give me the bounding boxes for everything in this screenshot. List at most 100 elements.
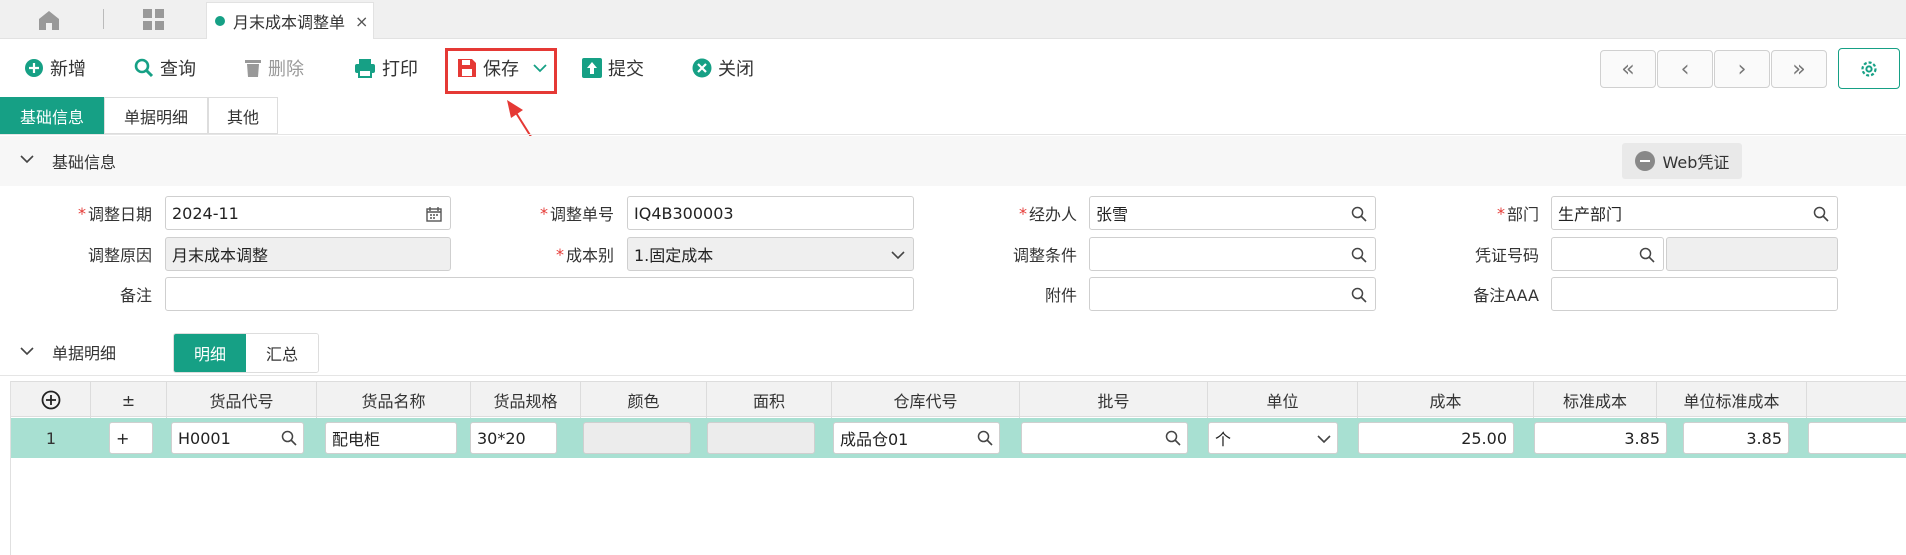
row-area-field: [707, 422, 815, 454]
row-cost-field[interactable]: 25.00: [1358, 422, 1514, 454]
row-warehouse-field[interactable]: 成品仓01: [833, 422, 1000, 454]
header-code: 货品代号: [167, 382, 317, 418]
search-icon: [134, 58, 154, 78]
remark-aaa-label: 备注AAA: [1473, 286, 1539, 305]
add-label: 新增: [50, 59, 86, 80]
adjust-date-label: * 调整日期: [77, 203, 152, 225]
web-voucher-label: Web凭证: [1662, 153, 1730, 172]
table-header: ± 货品代号 货品名称 货品规格 颜色 面积 仓库代号 批号 单位 成本 标准成…: [11, 381, 1906, 418]
tab-month-end-cost-adjust[interactable]: 月末成本调整单 ×: [206, 2, 374, 39]
table-row[interactable]: 1 + H0001 配电柜 30*20 成品仓01 个 25.00 3.85 3…: [11, 418, 1906, 458]
first-record-button[interactable]: «: [1600, 50, 1656, 88]
row-pm-field[interactable]: +: [109, 422, 153, 454]
department-field[interactable]: 生产部门: [1551, 196, 1838, 230]
row-index: 1: [45, 428, 57, 448]
adjust-no-label: * 调整单号: [539, 203, 614, 225]
close-circle-icon: [692, 58, 712, 78]
close-button[interactable]: 关闭: [692, 50, 754, 86]
top-tab-bar: 月末成本调整单 ×: [0, 0, 1906, 39]
tab-separator: [103, 9, 104, 29]
print-button[interactable]: 打印: [354, 50, 418, 86]
tab-other[interactable]: 其他: [208, 97, 278, 134]
header-warehouse: 仓库代号: [832, 382, 1020, 418]
gear-icon: [1861, 60, 1877, 77]
section-title: 单据明细: [52, 343, 117, 363]
header-area: 面积: [707, 382, 832, 418]
add-row-button[interactable]: [11, 382, 91, 418]
cost-type-select[interactable]: 1.固定成本: [627, 237, 914, 271]
search-icon[interactable]: [281, 430, 297, 446]
plus-circle-icon: [25, 59, 43, 77]
chevron-down-icon[interactable]: [533, 63, 547, 73]
chevron-down-icon[interactable]: [891, 250, 905, 260]
minus-circle-icon: [1634, 151, 1655, 171]
header-pm: ±: [91, 382, 167, 418]
submit-label: 提交: [608, 59, 644, 80]
remark-field[interactable]: [165, 277, 914, 311]
detail-tab-group: 明细 汇总: [173, 333, 319, 373]
save-button[interactable]: 保存: [457, 50, 553, 86]
row-spec-field[interactable]: 30*20: [470, 422, 557, 454]
search-icon[interactable]: [1351, 287, 1367, 303]
voucher-no-display: [1666, 237, 1838, 271]
active-dot-icon: [215, 16, 225, 26]
row-color-field: [583, 422, 691, 454]
chevron-down-icon[interactable]: [1317, 434, 1331, 444]
reason-field[interactable]: 月末成本调整: [165, 237, 451, 271]
remark-aaa-field[interactable]: [1551, 277, 1838, 311]
cost-type-label: * 成本别: [555, 244, 614, 266]
adjust-date-field[interactable]: 2024-11: [165, 196, 451, 230]
header-unit: 单位: [1208, 382, 1358, 418]
app-grid-icon[interactable]: [142, 8, 166, 32]
calendar-icon[interactable]: [426, 206, 442, 222]
delete-label: 删除: [268, 59, 304, 80]
close-tab-icon[interactable]: ×: [355, 12, 368, 31]
row-std-cost-field[interactable]: 3.85: [1534, 422, 1667, 454]
delete-button[interactable]: 删除: [244, 50, 304, 86]
prev-record-button[interactable]: ‹: [1657, 50, 1713, 88]
header-std-cost: 标准成本: [1534, 382, 1657, 418]
divider: [0, 134, 1906, 135]
last-record-button[interactable]: »: [1771, 50, 1827, 88]
header-unit-std-cost: 单位标准成本: [1657, 382, 1807, 418]
close-label: 关闭: [718, 59, 754, 80]
search-icon[interactable]: [1813, 206, 1829, 222]
print-label: 打印: [382, 59, 418, 80]
search-icon[interactable]: [1351, 247, 1367, 263]
basic-info-section-header[interactable]: 基础信息: [0, 136, 1906, 186]
settings-button[interactable]: [1838, 48, 1900, 89]
web-voucher-button[interactable]: Web凭证: [1622, 143, 1742, 179]
row-code-field[interactable]: H0001: [171, 422, 304, 454]
chevron-down-icon[interactable]: [20, 154, 34, 164]
search-icon[interactable]: [977, 430, 993, 446]
handler-field[interactable]: 张雪: [1089, 196, 1376, 230]
query-button[interactable]: 查询: [134, 50, 196, 86]
home-icon[interactable]: [36, 8, 62, 32]
query-label: 查询: [160, 59, 196, 80]
tab-document-details[interactable]: 单据明细: [104, 97, 208, 134]
row-extra-field[interactable]: [1808, 422, 1906, 454]
department-label: * 部门: [1496, 203, 1539, 225]
save-label: 保存: [483, 59, 519, 80]
tab-summary[interactable]: 汇总: [246, 334, 318, 372]
row-name-field[interactable]: 配电柜: [325, 422, 457, 454]
add-button[interactable]: 新增: [24, 50, 86, 86]
sub-tab-bar: 基础信息 单据明细 其他: [0, 97, 278, 134]
condition-field[interactable]: [1089, 237, 1376, 271]
row-batch-field[interactable]: [1021, 422, 1188, 454]
tab-detail[interactable]: 明细: [174, 334, 246, 372]
row-unit-std-cost-field[interactable]: 3.85: [1683, 422, 1789, 454]
voucher-no-label: 凭证号码: [1474, 246, 1539, 265]
search-icon[interactable]: [1639, 247, 1655, 263]
submit-button[interactable]: 提交: [582, 50, 644, 86]
search-icon[interactable]: [1351, 206, 1367, 222]
header-cost: 成本: [1358, 382, 1534, 418]
tab-basic-info[interactable]: 基础信息: [0, 97, 104, 134]
chevron-down-icon[interactable]: [20, 346, 34, 356]
row-unit-select[interactable]: 个: [1208, 422, 1338, 454]
search-icon[interactable]: [1165, 430, 1181, 446]
voucher-no-field[interactable]: [1551, 237, 1664, 271]
adjust-no-field[interactable]: IQ4B300003: [627, 196, 914, 230]
attachment-field[interactable]: [1089, 277, 1376, 311]
next-record-button[interactable]: ›: [1714, 50, 1770, 88]
